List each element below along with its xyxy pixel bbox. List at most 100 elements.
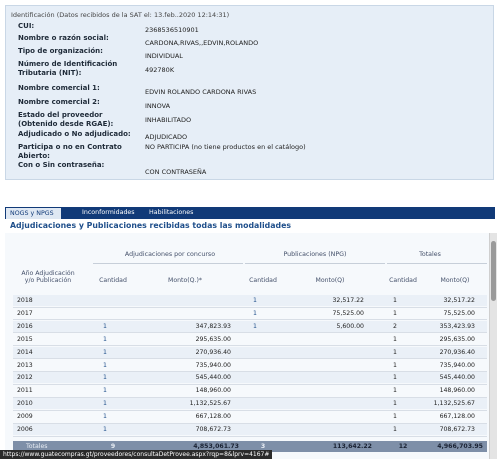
cell-year: 2010 — [17, 400, 33, 408]
cell-year: 2009 — [17, 413, 33, 421]
nombre-comercial-2-value: INNOVA — [145, 102, 171, 110]
cell-year: 2014 — [17, 348, 33, 356]
cell-monto: 295,635.00 — [195, 335, 231, 343]
table-row: 2012 1 545,440.00 1 545,440.00 — [13, 372, 487, 384]
group-header-totales: Totales — [419, 251, 441, 258]
cell-monto: 5,600.00 — [336, 322, 364, 330]
cell-year: 2015 — [17, 335, 33, 343]
cell-cantidad: 1 — [103, 361, 107, 369]
col-header-monto: Monto(Q) — [315, 277, 345, 284]
cell-cantidad: 2 — [393, 322, 397, 330]
cell-monto: 148,960.00 — [195, 387, 231, 395]
cell-monto: 545,440.00 — [195, 374, 231, 382]
cell-cantidad: 1 — [393, 348, 397, 356]
contrato-abierto-value: NO PARTICIPA (no tiene productos en el c… — [145, 143, 306, 151]
contrato-abierto-label: Participa o no en Contrato Abierto: — [18, 143, 122, 160]
cell-monto: 667,128.00 — [195, 413, 231, 421]
cell-cantidad: 1 — [103, 400, 107, 408]
cui-value: 2368536510901 — [145, 26, 199, 34]
cell-cantidad: 1 — [103, 322, 107, 330]
tab-bar: NOGS y NPGS Inconformidades Habilitacion… — [5, 207, 495, 219]
tipo-organizacion-value: INDIVIDUAL — [145, 52, 183, 60]
contrasena-value: CON CONTRASEÑA — [145, 168, 207, 176]
cell-monto: 708,672.73 — [439, 426, 475, 433]
cell-cantidad: 1 — [103, 374, 107, 382]
cell-cantidad: 1 — [103, 348, 107, 356]
cell-monto: 270,936.40 — [195, 348, 231, 356]
cell-year: 2013 — [17, 361, 33, 369]
cell-year: 2018 — [17, 297, 33, 304]
cell-year: 2011 — [17, 387, 33, 395]
tab-nogs-npgs[interactable]: NOGS y NPGS — [5, 207, 62, 219]
cell-cantidad: 1 — [393, 387, 397, 395]
table-row: 2013 1 735,940.00 1 735,940.00 — [13, 360, 487, 371]
cell-year: 2012 — [17, 374, 33, 382]
group-header-concurso: Adjudicaciones por concurso — [124, 251, 216, 258]
contrasena-label: Con o Sin contraseña: — [18, 161, 105, 169]
table-row: 2015 1 295,635.00 1 295,635.00 — [13, 334, 487, 345]
cell-monto: 735,940.00 — [195, 361, 231, 369]
tab-habilitaciones[interactable]: Habilitaciones — [145, 207, 197, 219]
cell-monto: 270,936.40 — [439, 348, 475, 356]
status-bar-url: https://www.guatecompras.gt/proveedores/… — [0, 450, 273, 459]
totals-cantidad: 12 — [398, 443, 408, 450]
adjudicaciones-table: Adjudicaciones por concurso Publicacione… — [5, 233, 497, 459]
cell-cantidad: 1 — [103, 387, 107, 395]
cell-cantidad: 1 — [393, 361, 397, 369]
adjudicado-label: Adjudicado o No adjudicado: — [18, 130, 131, 138]
cell-year: 2016 — [17, 322, 33, 330]
cell-monto: 295,635.00 — [439, 335, 475, 343]
identification-title: Identificación (Datos recibidos de la SA… — [11, 11, 230, 19]
col-header-year: Año Adjudicación y/o Publicación — [21, 270, 75, 284]
group-header-npg: Publicaciones (NPG) — [283, 251, 347, 258]
table-row: 2006 1 708,672.73 1 708,672.73 — [13, 424, 487, 435]
adjudicado-value: ADJUDICADO — [145, 133, 188, 141]
table-row: 2014 1 270,936.40 1 270,936.40 — [13, 346, 487, 358]
cell-monto: 75,525.00 — [443, 309, 476, 317]
cell-monto: 1,132,525.67 — [433, 400, 475, 408]
table-row: 2009 1 667,128.00 1 667,128.00 — [13, 411, 487, 422]
table-scrollbar[interactable] — [489, 233, 497, 459]
nombre-comercial-1-label: Nombre comercial 1: — [18, 84, 100, 92]
cell-cantidad: 1 — [393, 426, 397, 433]
table-row: 2010 1 1,132,525.67 1 1,132,525.67 — [13, 398, 487, 410]
razon-social-label: Nombre o razón social: — [18, 34, 109, 42]
table-row: 2016 1 347,823.93 1 5,600.00 2 353,423.93 — [13, 320, 487, 332]
nombre-comercial-1-value: EDVIN ROLANDO CARDONA RIVAS — [145, 88, 257, 96]
cell-monto: 545,440.00 — [439, 374, 475, 382]
col-header-cantidad: Cantidad — [99, 277, 127, 284]
cell-monto: 667,128.00 — [439, 413, 475, 421]
razon-social-value: CARDONA,RIVAS,,EDVIN,ROLANDO — [145, 39, 259, 47]
col-header-monto: Monto(Q.)* — [167, 277, 203, 284]
group-divider — [245, 263, 385, 264]
cell-cantidad: 1 — [103, 335, 107, 343]
nit-value: 492780K — [145, 66, 175, 74]
estado-proveedor-value: INHABILITADO — [145, 116, 192, 124]
cell-cantidad: 1 — [103, 413, 107, 421]
section-title: Adjudicaciones y Publicaciones recibidas… — [10, 221, 292, 230]
cui-label: CUI: — [18, 22, 35, 30]
tab-inconformidades[interactable]: Inconformidades — [78, 207, 139, 219]
cell-monto: 735,940.00 — [439, 361, 475, 369]
col-header-cantidad: Cantidad — [249, 277, 277, 284]
cell-cantidad: 1 — [393, 335, 397, 343]
tipo-organizacion-label: Tipo de organización: — [18, 47, 103, 55]
cell-cantidad: 1 — [393, 413, 397, 421]
group-divider — [387, 263, 487, 264]
cell-cantidad: 1 — [253, 309, 257, 317]
cell-cantidad: 1 — [253, 322, 257, 330]
cell-cantidad: 1 — [103, 426, 107, 433]
cell-monto: 32,517.22 — [332, 297, 365, 304]
cell-cantidad: 1 — [393, 297, 397, 304]
nit-label: Número de Identificación Tributaria (NIT… — [18, 60, 118, 77]
cell-cantidad: 1 — [393, 400, 397, 408]
cell-monto: 347,823.93 — [195, 322, 231, 330]
cell-cantidad: 1 — [393, 374, 397, 382]
cell-monto: 708,672.73 — [195, 426, 231, 433]
table-row: 2011 1 148,960.00 1 148,960.00 — [13, 385, 487, 396]
group-divider — [93, 263, 243, 264]
scrollbar-thumb[interactable] — [491, 241, 496, 301]
cell-monto: 75,525.00 — [332, 309, 365, 317]
cell-cantidad: 1 — [393, 309, 397, 317]
table-row: 2018 1 32,517.22 1 32,517.22 — [13, 295, 487, 306]
